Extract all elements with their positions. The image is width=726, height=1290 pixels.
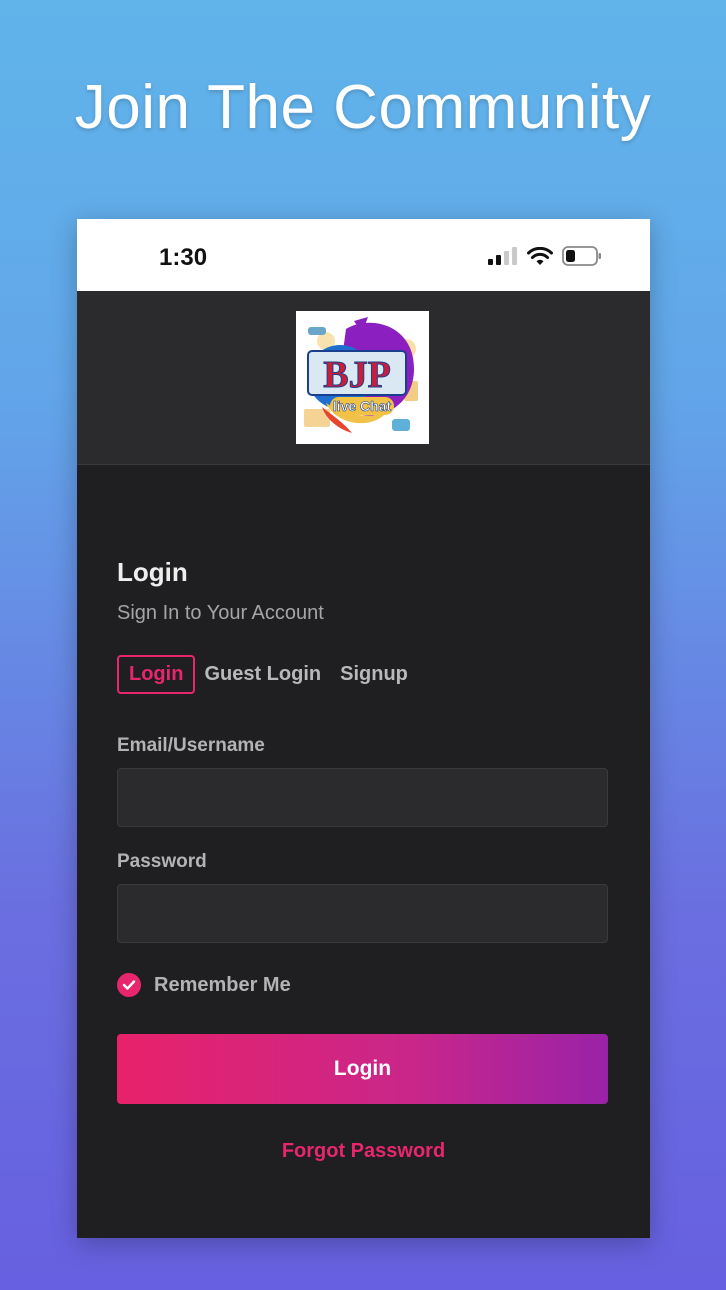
app-logo: BJP live Chat bbox=[296, 311, 429, 444]
promo-headline: Join The Community bbox=[74, 73, 652, 142]
tab-signup[interactable]: Signup bbox=[340, 656, 408, 693]
remember-checkbox[interactable] bbox=[117, 973, 141, 997]
password-label: Password bbox=[117, 851, 207, 872]
tab-guest-login[interactable]: Guest Login bbox=[204, 656, 321, 693]
app-header: BJP live Chat bbox=[77, 291, 650, 465]
logo-main-text: BJP bbox=[323, 354, 391, 396]
status-time: 1:30 bbox=[159, 244, 208, 271]
battery-icon bbox=[562, 246, 601, 266]
checkmark-icon bbox=[122, 980, 136, 990]
email-label: Email/Username bbox=[117, 735, 265, 756]
password-field[interactable] bbox=[117, 884, 608, 943]
phone-screen: 1:30 BJP live Chat Login Sign In to Your… bbox=[77, 219, 650, 1238]
status-icons bbox=[488, 246, 602, 266]
login-button[interactable]: Login bbox=[117, 1034, 608, 1104]
cellular-signal-icon bbox=[488, 247, 517, 265]
email-field[interactable] bbox=[117, 768, 608, 827]
login-subtitle: Sign In to Your Account bbox=[117, 602, 324, 624]
auth-tabs: Login Guest Login Signup bbox=[117, 655, 427, 694]
login-title: Login bbox=[117, 557, 188, 587]
remember-label: Remember Me bbox=[154, 973, 291, 996]
forgot-password-link[interactable]: Forgot Password bbox=[77, 1140, 650, 1163]
bjp-logo-image: BJP live Chat bbox=[296, 311, 429, 444]
status-bar: 1:30 bbox=[77, 219, 650, 291]
tab-login[interactable]: Login bbox=[117, 655, 196, 694]
wifi-icon bbox=[527, 246, 553, 265]
remember-me[interactable]: Remember Me bbox=[117, 973, 291, 997]
logo-sub-text: live Chat bbox=[333, 398, 392, 414]
